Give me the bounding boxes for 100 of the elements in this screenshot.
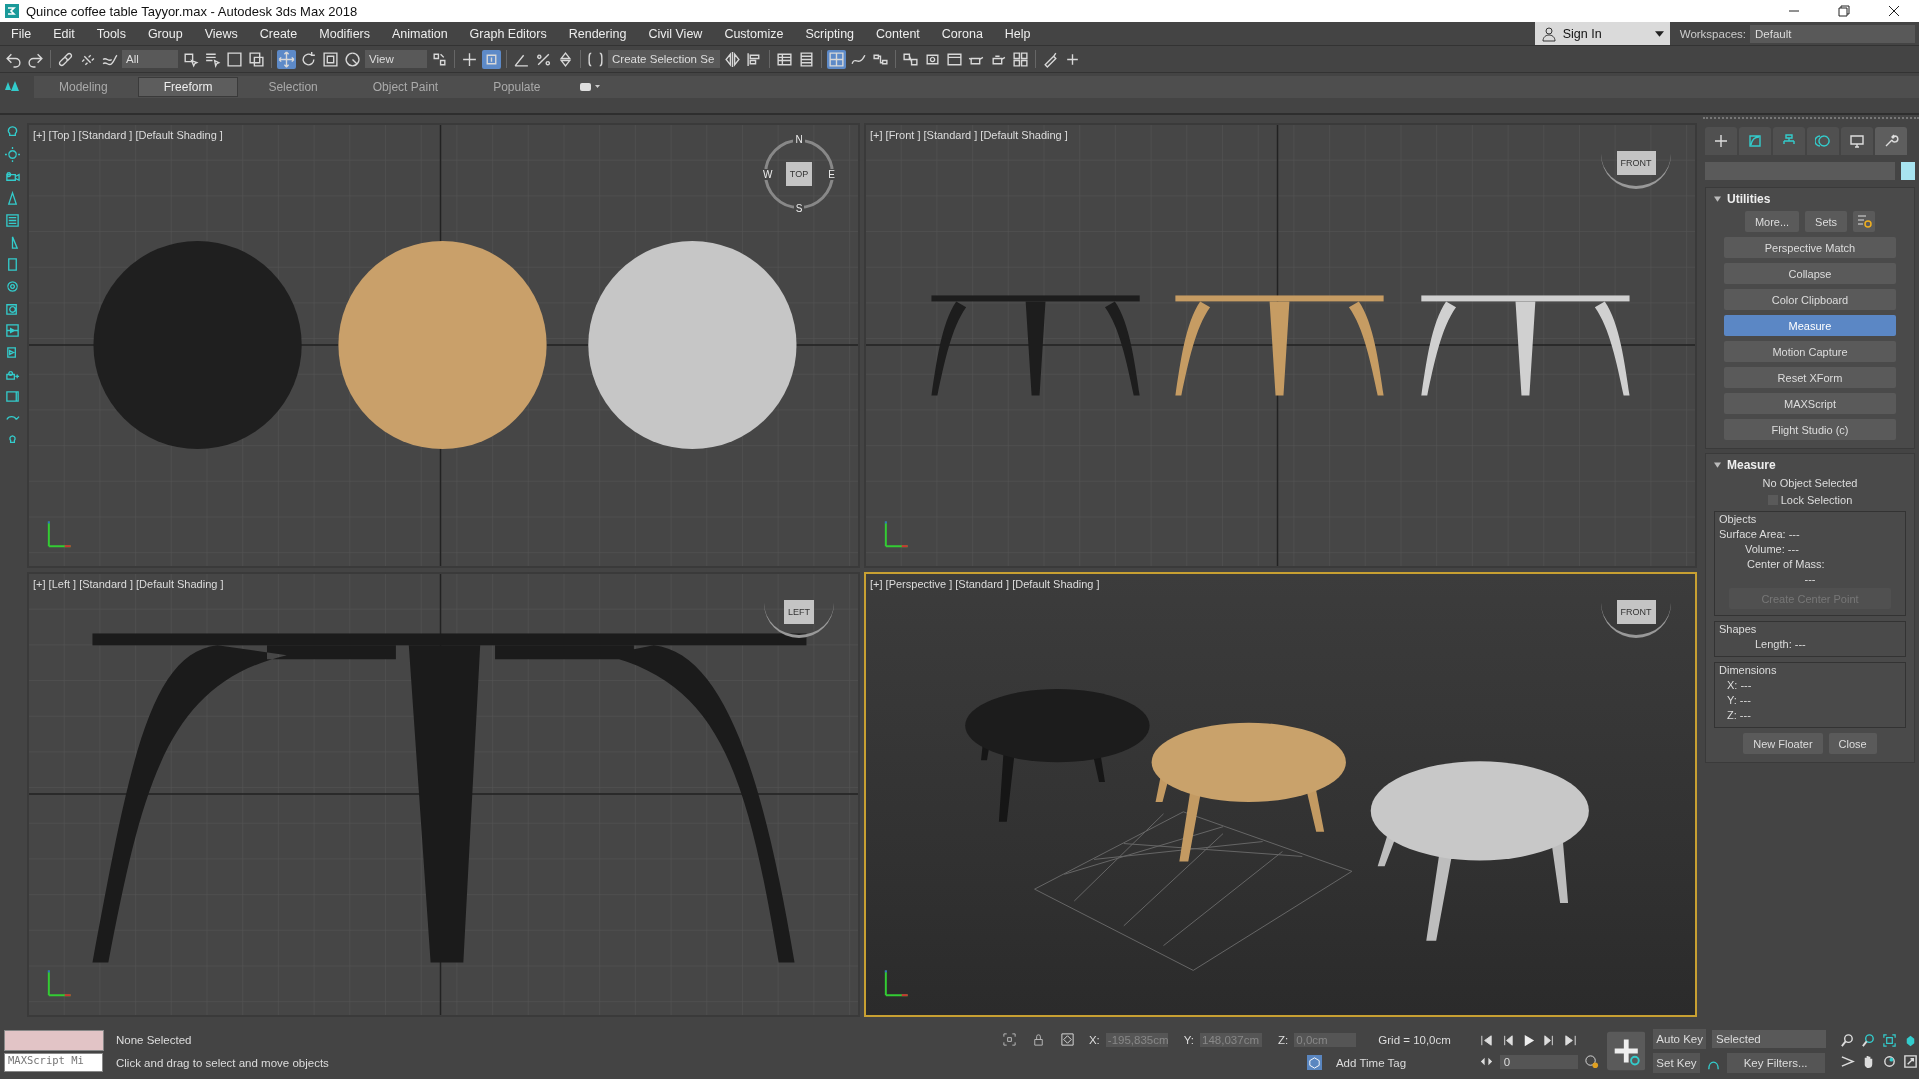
ribbon-tab[interactable]: Selection — [243, 78, 343, 96]
viewport[interactable]: [+] [Top ] [Standard ] [Default Shading ] N W TOP E S — [27, 123, 860, 568]
tool-icon[interactable] — [5, 257, 20, 272]
menu-item[interactable]: Scripting — [794, 26, 866, 41]
more-button[interactable]: More... — [1744, 211, 1800, 232]
plus-icon[interactable] — [1705, 127, 1737, 155]
utility-button[interactable]: Measure — [1724, 315, 1896, 336]
selection-set-dropdown[interactable]: Create Selection Se — [608, 50, 720, 68]
menu-item[interactable]: File — [0, 26, 43, 41]
zoom-extents-icon[interactable] — [1882, 1033, 1897, 1048]
zoom-all-icon[interactable] — [1861, 1033, 1876, 1048]
tool-icon[interactable] — [5, 213, 20, 228]
sets-button[interactable]: Sets — [1805, 211, 1848, 232]
cube-icon[interactable] — [1306, 1055, 1322, 1070]
scene-icon[interactable] — [797, 49, 816, 69]
utility-button[interactable]: Color Clipboard — [1724, 289, 1896, 310]
go-to-end-icon[interactable] — [1562, 1033, 1578, 1048]
scale-icon[interactable] — [321, 49, 340, 69]
auto-key-button[interactable]: Auto Key — [1653, 1029, 1706, 1049]
workspaces-dropdown[interactable]: Default — [1750, 24, 1915, 43]
tool-icon[interactable] — [5, 301, 20, 316]
collapse-icon[interactable] — [1714, 462, 1721, 468]
ribbon-options-icon[interactable] — [578, 82, 601, 92]
rollout-title[interactable]: Measure — [1727, 458, 1776, 472]
mirror-icon[interactable] — [723, 49, 742, 69]
zoom-icon[interactable] — [1840, 1033, 1855, 1048]
ribbon-tab[interactable]: Modeling — [34, 78, 133, 96]
ribbon-tab[interactable]: Populate — [468, 78, 566, 96]
menu-item[interactable]: Edit — [42, 26, 86, 41]
menu-item[interactable]: Create — [248, 26, 309, 41]
time-configuration-icon[interactable] — [1583, 1054, 1599, 1069]
viewport-label[interactable]: [+] [Front ] [Standard ] [Default Shading ] — [870, 129, 1068, 141]
go-to-start-icon[interactable] — [1478, 1033, 1494, 1048]
tool-icon[interactable] — [5, 323, 20, 338]
ribbon-tab[interactable]: Object Paint — [347, 78, 464, 96]
utility-button[interactable]: Collapse — [1724, 263, 1896, 284]
viewport-layout-icon[interactable] — [827, 49, 846, 69]
utility-button[interactable]: Perspective Match — [1724, 237, 1896, 258]
rollout-title[interactable]: Utilities — [1727, 192, 1771, 206]
checkbox-label[interactable]: Lock Selection — [1780, 494, 1853, 506]
menu-item[interactable]: Graph Editors — [458, 26, 558, 41]
menu-item[interactable]: Modifiers — [308, 26, 381, 41]
menu-item[interactable]: Tools — [85, 26, 137, 41]
field-of-view-icon[interactable] — [1840, 1054, 1855, 1069]
view-cube[interactable]: LEFT — [764, 588, 834, 638]
menu-item[interactable]: Customize — [713, 26, 795, 41]
view-cube[interactable]: FRONT — [1601, 588, 1671, 638]
set-key-button[interactable]: Set Key — [1653, 1053, 1700, 1073]
view-cube[interactable]: FRONT — [1601, 139, 1671, 189]
viewport-label[interactable]: [+] [Perspective ] [Standard ] [Default Shading ] — [870, 578, 1100, 590]
transform-mode-icon[interactable] — [1059, 1032, 1075, 1047]
rect-select-icon[interactable] — [225, 49, 244, 69]
viewport-label[interactable]: [+] [Top ] [Standard ] [Default Shading ] — [33, 129, 223, 141]
maxscript-field[interactable]: MAXScript Mi — [4, 1053, 103, 1072]
sign-in-button[interactable]: Sign In — [1534, 22, 1670, 45]
rotate-icon[interactable] — [299, 49, 318, 69]
curve-icon[interactable] — [1739, 127, 1771, 155]
frame-field[interactable]: 0 — [1499, 1054, 1578, 1069]
viewport[interactable]: [+] [Perspective ] [Standard ] [Default Shading ] FRONT — [864, 572, 1697, 1017]
grid-view-icon[interactable] — [1011, 49, 1030, 69]
orbit-icon[interactable] — [1882, 1054, 1897, 1069]
wrench-icon[interactable] — [1875, 127, 1907, 155]
viewport[interactable]: [+] [Left ] [Standard ] [Default Shading ] LEFT — [27, 572, 860, 1017]
key-mode-dropdown[interactable]: Selected — [1712, 1030, 1826, 1048]
tool-icon[interactable] — [5, 147, 20, 162]
menu-item[interactable]: Views — [193, 26, 249, 41]
set-keys-icon[interactable] — [1606, 1031, 1646, 1071]
view-cube-face[interactable]: FRONT — [1616, 599, 1656, 624]
panel-button[interactable]: New Floater — [1743, 733, 1823, 754]
view-cube-face[interactable]: TOP — [785, 162, 813, 186]
move-icon[interactable] — [277, 49, 296, 69]
menu-item[interactable]: Corona — [930, 26, 994, 41]
collapse-icon[interactable] — [1714, 196, 1721, 202]
selection-filter-dropdown[interactable]: All — [122, 50, 178, 68]
window-select-icon[interactable] — [247, 49, 266, 69]
menu-item[interactable]: Help — [993, 26, 1042, 41]
viewport[interactable]: [+] [Front ] [Standard ] [Default Shading ] FRONT — [864, 123, 1697, 568]
utility-button[interactable]: Motion Capture — [1724, 341, 1896, 362]
tool-icon[interactable] — [5, 169, 20, 184]
configure-button[interactable] — [1853, 211, 1876, 232]
tool-icon[interactable] — [5, 279, 20, 294]
color-swatch[interactable] — [1901, 162, 1915, 180]
menu-item[interactable]: Animation — [381, 26, 459, 41]
utility-button[interactable]: Reset XForm — [1724, 367, 1896, 388]
reference-coordinate-dropdown[interactable]: View — [365, 50, 427, 68]
key-filters-button[interactable]: Key Filters... — [1726, 1053, 1825, 1073]
menu-item[interactable]: Group — [136, 26, 194, 41]
tool-icon[interactable] — [5, 191, 20, 206]
close-icon[interactable] — [1888, 5, 1900, 17]
menu-item[interactable]: Content — [865, 26, 931, 41]
panel-button[interactable]: Close — [1828, 733, 1877, 754]
utility-button[interactable]: MAXScript — [1724, 393, 1896, 414]
utility-button[interactable]: Flight Studio (c) — [1724, 419, 1896, 440]
maximize-viewport-icon[interactable] — [1903, 1054, 1918, 1069]
add-time-tag-text[interactable]: Add Time Tag — [1335, 1056, 1407, 1069]
ribbon-tab[interactable]: Freeform — [137, 77, 239, 97]
viewport-label[interactable]: [+] [Left ] [Standard ] [Default Shading ] — [33, 578, 224, 590]
tool-icon[interactable] — [5, 389, 20, 404]
snap-toggle-icon[interactable] — [482, 49, 501, 69]
restore-icon[interactable] — [1838, 5, 1850, 17]
